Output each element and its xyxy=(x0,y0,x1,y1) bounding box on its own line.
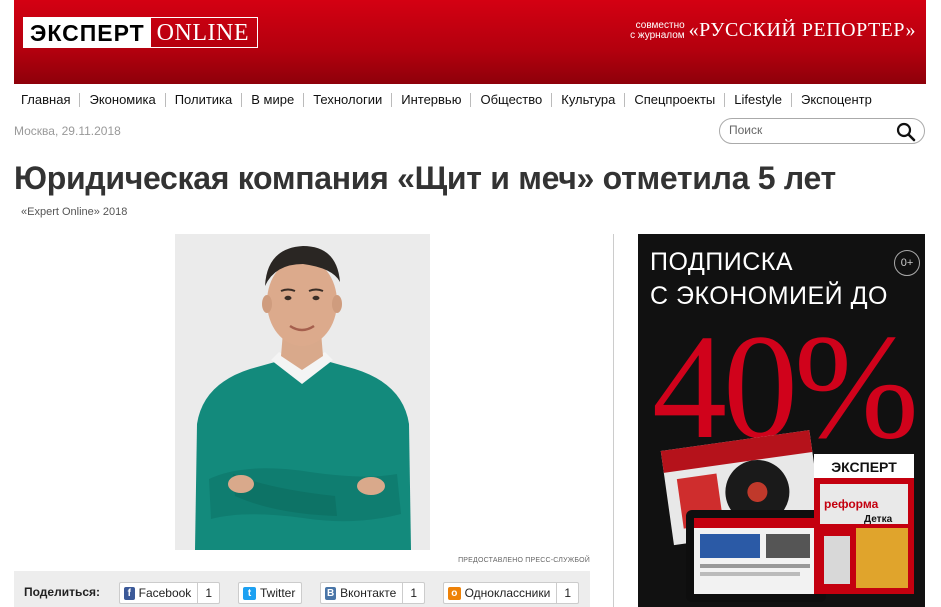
share-facebook-button[interactable]: f Facebook 1 xyxy=(119,582,220,604)
nav-item-tech[interactable]: Технологии xyxy=(303,93,391,107)
photo-credit: ПРЕДОСТАВЛЕНО ПРЕСС-СЛУЖБОЙ xyxy=(458,557,590,564)
nav-item-lifestyle[interactable]: Lifestyle xyxy=(724,93,791,107)
share-ok-count: 1 xyxy=(556,583,578,603)
search-icon[interactable] xyxy=(896,122,916,142)
ad-headline-1: ПОДПИСКА xyxy=(650,248,794,276)
share-bar: Поделиться: f Facebook 1 t Twitter В Вко… xyxy=(14,571,590,607)
partner-caption: совместно с журналом xyxy=(630,19,685,41)
column-divider xyxy=(613,234,614,607)
nav-item-world[interactable]: В мире xyxy=(241,93,303,107)
search-input[interactable] xyxy=(729,123,889,137)
partner-magazine-name: «РУССКИЙ РЕПОРТЕР» xyxy=(688,19,916,41)
share-facebook-count: 1 xyxy=(197,583,219,603)
site-header: ЭКСПЕРТ ONLINE совместно с журналом «РУС… xyxy=(14,0,926,84)
article-photo xyxy=(175,234,430,550)
vk-icon: В xyxy=(325,586,337,600)
facebook-icon: f xyxy=(124,586,135,600)
share-facebook-label: Facebook xyxy=(138,586,192,600)
twitter-icon: t xyxy=(243,586,256,600)
magazines-illustration: ЭКСПЕРТ реформа Детка xyxy=(660,430,914,602)
nav-item-special[interactable]: Спецпроекты xyxy=(624,93,724,107)
dateline: Москва, 29.11.2018 xyxy=(14,124,121,138)
age-rating-badge: 0+ xyxy=(894,250,920,276)
article-title: Юридическая компания «Щит и меч» отметил… xyxy=(14,160,836,196)
logo-online-text: ONLINE xyxy=(156,20,249,46)
share-twitter-button[interactable]: t Twitter xyxy=(238,582,302,604)
main-nav: Главная Экономика Политика В мире Технол… xyxy=(14,90,881,110)
ok-icon: о xyxy=(448,586,461,600)
share-vk-button[interactable]: В Вконтакте 1 xyxy=(320,582,425,604)
share-ok-button[interactable]: о Одноклассники 1 xyxy=(443,582,579,604)
magazine-cover-word: Детка xyxy=(864,514,893,525)
logo-expert-text: ЭКСПЕРТ xyxy=(24,18,151,47)
nav-item-expocentre[interactable]: Экспоцентр xyxy=(790,93,881,107)
partner-link[interactable]: совместно с журналом «РУССКИЙ РЕПОРТЕР» xyxy=(630,19,916,42)
subscription-ad-banner[interactable]: ПОДПИСКА С ЭКОНОМИЕЙ ДО 0+ 40% ЭКСПЕРТ р… xyxy=(638,234,925,607)
nav-item-interview[interactable]: Интервью xyxy=(391,93,470,107)
share-vk-count: 1 xyxy=(402,583,424,603)
nav-item-culture[interactable]: Культура xyxy=(551,93,624,107)
article-source: «Expert Online» 2018 xyxy=(21,206,128,218)
nav-item-politics[interactable]: Политика xyxy=(164,93,242,107)
magazine-cover-logo: ЭКСПЕРТ xyxy=(831,459,897,475)
nav-item-home[interactable]: Главная xyxy=(14,93,79,107)
search-box xyxy=(719,118,925,144)
share-vk-label: Вконтакте xyxy=(340,586,397,600)
site-logo[interactable]: ЭКСПЕРТ ONLINE xyxy=(23,17,258,48)
nav-item-economy[interactable]: Экономика xyxy=(79,93,164,107)
share-ok-label: Одноклассники xyxy=(464,586,551,600)
share-twitter-label: Twitter xyxy=(260,586,296,600)
magazine-cover-word: реформа xyxy=(824,497,879,511)
share-label: Поделиться: xyxy=(24,585,101,599)
nav-item-society[interactable]: Общество xyxy=(470,93,551,107)
